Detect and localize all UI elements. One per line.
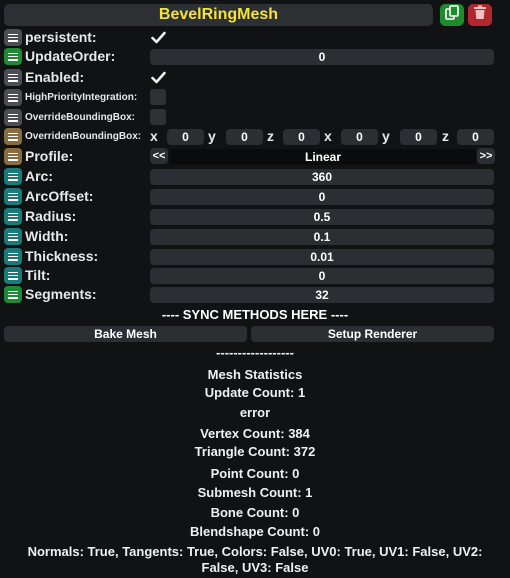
drag-handle-icon[interactable] xyxy=(4,168,22,185)
axis-label-z: z xyxy=(442,128,449,144)
drag-handle-icon[interactable] xyxy=(4,286,22,303)
drag-handle-icon[interactable] xyxy=(4,109,22,126)
divider-text: ------------------ xyxy=(216,345,294,360)
vertex-count: Vertex Count: 384 xyxy=(200,426,310,441)
duplicate-button[interactable] xyxy=(440,4,464,26)
triangle-count: Triangle Count: 372 xyxy=(194,444,316,459)
bone-count: Bone Count: 0 xyxy=(210,505,300,520)
field-overriden-bounding-box: OverridenBoundingBox: x 0 y 0 z 0 x 0 y … xyxy=(0,128,510,147)
trash-icon xyxy=(473,5,487,25)
field-label: Thickness: xyxy=(25,248,99,264)
thickness-input[interactable]: 0.01 xyxy=(150,249,494,265)
channels-line-1: Normals: True, Tangents: True, Colors: F… xyxy=(27,544,483,559)
axis-label-y: y xyxy=(382,128,390,144)
field-label: Segments: xyxy=(25,286,97,302)
submesh-count: Submesh Count: 1 xyxy=(197,485,313,500)
min-y-input[interactable]: 0 xyxy=(226,129,263,145)
field-radius: Radius: 0.5 xyxy=(0,208,510,227)
stats-title: Mesh Statistics xyxy=(207,367,303,382)
point-count: Point Count: 0 xyxy=(210,466,300,481)
field-profile: Profile: << Linear >> xyxy=(0,148,510,167)
field-label: Enabled: xyxy=(25,69,85,85)
field-persistent: persistent: xyxy=(0,29,510,48)
blendshape-count: Blendshape Count: 0 xyxy=(189,524,320,539)
checkmark-icon xyxy=(150,71,166,83)
drag-handle-icon[interactable] xyxy=(4,208,22,225)
field-update-order: UpdateOrder: 0 xyxy=(0,48,510,67)
drag-handle-icon[interactable] xyxy=(4,228,22,245)
sync-methods-header: ---- SYNC METHODS HERE ---- xyxy=(161,307,349,322)
profile-prev-button[interactable]: << xyxy=(150,148,168,164)
field-label: OverridenBoundingBox: xyxy=(25,131,142,142)
component-title-text: BevelRingMesh xyxy=(158,6,279,23)
max-z-input[interactable]: 0 xyxy=(457,129,494,145)
profile-next-button[interactable]: >> xyxy=(477,148,495,164)
max-x-input[interactable]: 0 xyxy=(341,129,378,145)
field-segments: Segments: 32 xyxy=(0,286,510,305)
min-x-input[interactable]: 0 xyxy=(167,129,204,145)
update-count: Update Count: 1 xyxy=(204,385,306,400)
profile-value: Linear xyxy=(170,149,476,165)
segments-input[interactable]: 32 xyxy=(150,287,494,303)
field-label: Profile: xyxy=(25,148,74,164)
enabled-checkbox[interactable] xyxy=(150,69,166,85)
bake-mesh-button[interactable]: Bake Mesh xyxy=(4,326,247,342)
component-title: BevelRingMesh xyxy=(4,4,433,26)
axis-label-x: x xyxy=(324,128,332,144)
field-label: Radius: xyxy=(25,208,77,224)
field-label: persistent: xyxy=(25,29,97,45)
axis-label-z: z xyxy=(267,128,274,144)
max-y-input[interactable]: 0 xyxy=(400,129,437,145)
checkmark-icon xyxy=(150,31,166,43)
field-label: Arc: xyxy=(25,168,54,184)
duplicate-icon xyxy=(445,5,459,25)
bounding-box-vector: x 0 y 0 z 0 x 0 y 0 z 0 xyxy=(150,128,495,145)
field-high-priority-integration: HighPriorityIntegration: xyxy=(0,89,510,108)
field-label: UpdateOrder: xyxy=(25,48,116,64)
drag-handle-icon[interactable] xyxy=(4,188,22,205)
drag-handle-icon[interactable] xyxy=(4,69,22,86)
high-priority-checkbox[interactable] xyxy=(150,89,166,105)
arc-input[interactable]: 360 xyxy=(150,169,494,185)
channels-line-2: False, UV3: False xyxy=(201,560,309,575)
field-label: Width: xyxy=(25,228,69,244)
drag-handle-icon[interactable] xyxy=(4,89,22,106)
axis-label-x: x xyxy=(150,128,158,144)
field-label: ArcOffset: xyxy=(25,188,94,204)
field-tilt: Tilt: 0 xyxy=(0,267,510,286)
field-label: Tilt: xyxy=(25,267,51,283)
field-label: OverrideBoundingBox: xyxy=(25,112,136,123)
drag-handle-icon[interactable] xyxy=(4,128,22,145)
field-arc: Arc: 360 xyxy=(0,168,510,187)
drag-handle-icon[interactable] xyxy=(4,148,22,165)
drag-handle-icon[interactable] xyxy=(4,248,22,265)
delete-button[interactable] xyxy=(468,4,492,26)
field-arc-offset: ArcOffset: 0 xyxy=(0,188,510,207)
override-bounding-box-checkbox[interactable] xyxy=(150,109,166,125)
drag-handle-icon[interactable] xyxy=(4,48,22,65)
persistent-checkbox[interactable] xyxy=(150,29,166,45)
min-z-input[interactable]: 0 xyxy=(283,129,320,145)
drag-handle-icon[interactable] xyxy=(4,29,22,46)
setup-renderer-button[interactable]: Setup Renderer xyxy=(251,326,494,342)
field-label: HighPriorityIntegration: xyxy=(25,92,138,103)
error-text: error xyxy=(239,405,271,420)
arc-offset-input[interactable]: 0 xyxy=(150,189,494,205)
radius-input[interactable]: 0.5 xyxy=(150,209,494,225)
axis-label-y: y xyxy=(208,128,216,144)
field-thickness: Thickness: 0.01 xyxy=(0,248,510,267)
drag-handle-icon[interactable] xyxy=(4,267,22,284)
field-enabled: Enabled: xyxy=(0,69,510,88)
update-order-input[interactable]: 0 xyxy=(150,49,494,65)
tilt-input[interactable]: 0 xyxy=(150,268,494,284)
field-width: Width: 0.1 xyxy=(0,228,510,247)
width-input[interactable]: 0.1 xyxy=(150,229,494,245)
field-override-bounding-box: OverrideBoundingBox: xyxy=(0,109,510,128)
